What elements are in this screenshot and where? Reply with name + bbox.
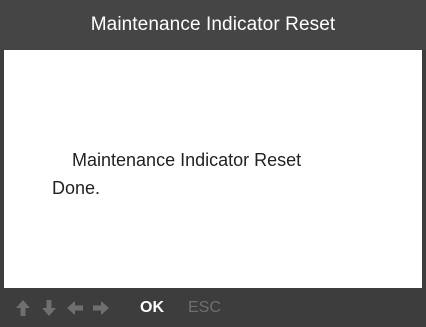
arrow-up-icon[interactable] <box>14 299 32 317</box>
screen-header: Maintenance Indicator Reset <box>0 0 426 50</box>
status-message: Maintenance Indicator Reset Done. <box>52 146 301 202</box>
arrow-left-icon[interactable] <box>66 299 84 317</box>
status-message-line1: Maintenance Indicator Reset <box>52 150 302 170</box>
esc-button[interactable]: ESC <box>188 299 221 317</box>
page-title: Maintenance Indicator Reset <box>90 14 336 35</box>
device-screen: Maintenance Indicator Reset Maintenance … <box>0 0 426 327</box>
content-panel: Maintenance Indicator Reset Done. <box>4 50 422 288</box>
ok-button[interactable]: OK <box>140 299 164 317</box>
arrow-right-icon[interactable] <box>92 299 110 317</box>
button-bar: OK ESC <box>0 288 426 327</box>
nav-arrows <box>14 299 110 317</box>
status-message-line2: Done. <box>52 178 101 198</box>
arrow-down-icon[interactable] <box>40 299 58 317</box>
